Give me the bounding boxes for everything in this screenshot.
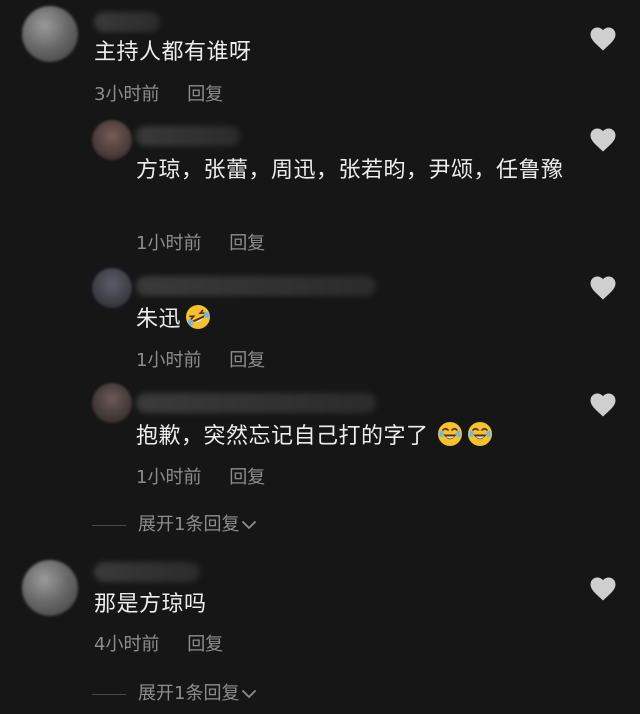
reply-button[interactable]: 回复 (187, 634, 223, 655)
expand-replies-label: 展开1条回复 (138, 683, 240, 704)
comment-text: 方琼，张蕾，周迅，张若昀，尹颂，任鲁豫 (136, 158, 564, 183)
chevron-down-icon (242, 521, 257, 529)
comment-time: 4小时前 (94, 634, 160, 655)
avatar[interactable] (92, 268, 132, 308)
chevron-down-icon (242, 690, 257, 698)
comment-time: 3小时前 (94, 84, 160, 105)
heart-icon[interactable] (588, 273, 618, 301)
username-blurred[interactable] (94, 562, 200, 582)
username-blurred[interactable] (136, 126, 240, 146)
expand-replies-button[interactable]: 展开1条回复 (92, 510, 257, 536)
comment-text: 抱歉，突然忘记自己打的字了 (136, 420, 493, 454)
avatar[interactable] (92, 120, 132, 160)
crying-laughing-emoji (467, 422, 492, 446)
reply-button[interactable]: 回复 (229, 467, 265, 488)
username-blurred[interactable] (136, 276, 376, 296)
avatar[interactable] (92, 383, 132, 423)
comment-time: 1小时前 (136, 467, 202, 488)
heart-icon[interactable] (588, 574, 618, 602)
reply-button[interactable]: 回复 (229, 233, 265, 254)
rolling-laughing-emoji (186, 305, 211, 329)
heart-icon[interactable] (588, 390, 618, 418)
expand-replies-button[interactable]: 展开1条回复 (92, 679, 257, 705)
comment-meta: 1小时前 回复 (136, 346, 265, 372)
comment-text: 那是方琼吗 (94, 592, 207, 617)
avatar[interactable] (22, 560, 78, 616)
avatar[interactable] (22, 6, 78, 62)
username-blurred[interactable] (136, 393, 376, 413)
divider (92, 693, 126, 695)
username-blurred[interactable] (94, 12, 160, 32)
comment-time: 1小时前 (136, 233, 202, 254)
comment-meta: 1小时前 回复 (136, 229, 265, 255)
comment-time: 1小时前 (136, 350, 202, 371)
heart-icon[interactable] (588, 125, 618, 153)
comment-text: 朱迅 (136, 303, 211, 337)
comment-meta: 1小时前 回复 (136, 463, 265, 489)
heart-icon[interactable] (588, 24, 618, 52)
crying-laughing-emoji (437, 422, 462, 446)
comment-meta: 3小时前 回复 (94, 80, 223, 106)
expand-replies-label: 展开1条回复 (138, 514, 240, 535)
reply-button[interactable]: 回复 (229, 350, 265, 371)
comment-text-content: 朱迅 (136, 307, 182, 332)
comment-meta: 4小时前 回复 (94, 630, 223, 656)
reply-button[interactable]: 回复 (187, 84, 223, 105)
comment-text-content: 抱歉，突然忘记自己打的字了 (136, 424, 429, 449)
divider (92, 524, 126, 526)
comment-text: 主持人都有谁呀 (94, 40, 252, 65)
